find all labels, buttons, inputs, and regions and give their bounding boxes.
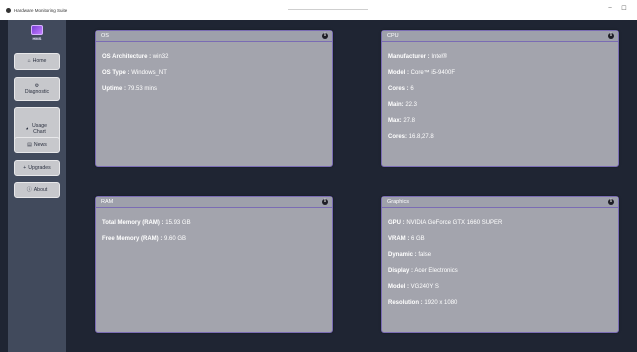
app-logo: HMS: [18, 23, 56, 43]
graphics-card: Graphics i GPU : NVIDIA GeForce GTX 1660…: [381, 196, 619, 333]
card-title: RAM: [96, 197, 332, 208]
info-row: Total Memory (RAM) : 15.93 GB: [102, 220, 191, 226]
sidebar-item-news[interactable]: ▤ News: [14, 137, 60, 153]
upgrades-icon: +: [23, 164, 27, 171]
card-title: CPU: [382, 31, 618, 42]
card-body: Total Memory (RAM) : 15.93 GB Free Memor…: [102, 219, 326, 251]
sidebar-item-home[interactable]: ⌂ Home: [14, 53, 60, 70]
home-icon: ⌂: [27, 58, 31, 65]
sidebar-item-label: About: [33, 186, 48, 193]
about-icon: ⓘ: [26, 186, 32, 193]
info-icon[interactable]: i: [608, 33, 614, 39]
info-row: Resolution : 1920 x 1080: [388, 300, 458, 306]
sidebar-item-label: Usage Chart: [32, 122, 48, 136]
card-title: OS: [96, 31, 332, 42]
sidebar-item-label: Diagnostic: [24, 88, 50, 95]
info-row: Model : VG240Y S: [388, 284, 439, 290]
info-row: Model : Core™ i5-9400F: [388, 70, 456, 76]
info-row: Dynamic : false: [388, 252, 432, 258]
card-title: Graphics: [382, 197, 618, 208]
info-row: OS Type : Windows_NT: [102, 70, 167, 76]
info-icon[interactable]: i: [322, 199, 328, 205]
info-icon[interactable]: i: [608, 199, 614, 205]
sidebar-item-diagnostic[interactable]: ⚙ Diagnostic: [14, 77, 60, 101]
maximize-button[interactable]: ☐: [619, 5, 629, 12]
info-row: Max: 27.8: [388, 118, 416, 124]
sidebar-item-label: Home: [32, 58, 47, 65]
info-row: GPU : NVIDIA GeForce GTX 1660 SUPER: [388, 220, 503, 226]
card-body: OS Architecture : win32 OS Type : Window…: [102, 53, 326, 101]
cpu-card: CPU i Manufacturer : Intel® Model : Core…: [381, 30, 619, 167]
info-row: Free Memory (RAM) : 9.60 GB: [102, 236, 187, 242]
info-icon[interactable]: i: [322, 33, 328, 39]
sidebar-item-about[interactable]: ⓘ About: [14, 182, 60, 198]
info-row: OS Architecture : win32: [102, 54, 169, 60]
logo-text: HMS: [32, 36, 42, 41]
ram-card: RAM i Total Memory (RAM) : 15.93 GB Free…: [95, 196, 333, 333]
sidebar-item-label: Upgrades: [28, 164, 51, 171]
info-row: VRAM : 6 GB: [388, 236, 425, 242]
chart-icon: ◕: [25, 125, 29, 132]
title-drag-strip: [288, 9, 368, 10]
info-row: Uptime : 79.53 mins: [102, 86, 158, 92]
card-body: GPU : NVIDIA GeForce GTX 1660 SUPER VRAM…: [388, 219, 612, 315]
minimize-button[interactable]: –: [605, 5, 615, 11]
news-icon: ▤: [27, 141, 32, 148]
sidebar-item-label: News: [33, 141, 47, 148]
os-card: OS i OS Architecture : win32 OS Type : W…: [95, 30, 333, 167]
info-row: Manufacturer : Intel®: [388, 54, 448, 60]
card-body: Manufacturer : Intel® Model : Core™ i5-9…: [388, 53, 612, 149]
info-row: Cores: 16.8,27.8: [388, 134, 434, 140]
info-row: Cores : 6: [388, 86, 414, 92]
window-title: Hardware Monitoring Suite: [14, 7, 68, 13]
chip-icon: [31, 25, 43, 35]
info-row: Display : Acer Electronics: [388, 268, 458, 274]
title-bar: Hardware Monitoring Suite – ☐: [0, 0, 637, 20]
app-icon: [6, 7, 11, 13]
sidebar-item-upgrades[interactable]: + Upgrades: [14, 160, 60, 176]
sidebar: HMS ⌂ Home ⚙ Diagnostic ◕ Usage Chart ▤ …: [8, 20, 66, 352]
info-row: Main: 22.3: [388, 102, 418, 108]
